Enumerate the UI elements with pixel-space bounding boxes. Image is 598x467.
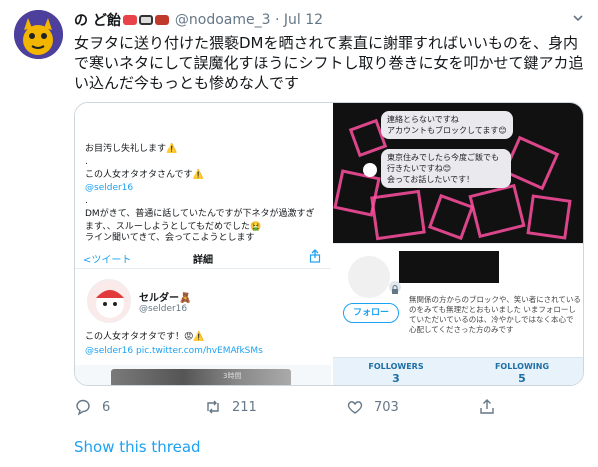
show-thread-link[interactable]: Show this thread [74, 438, 201, 456]
follow-button: フォロー [343, 303, 399, 323]
chat-bubble-1: 連絡とらないですね アカウントもブロックしてます😊 [381, 111, 513, 139]
left-line-1: お目汚し失礼します⚠️ [85, 144, 178, 154]
retweet-count: 211 [232, 399, 257, 415]
chat-screenshot: 連絡とらないですね アカウントもブロックしてます😊 東京住みでしたら今度ご飯でも… [333, 103, 583, 243]
following-stat: FOLLOWING 5 [459, 362, 583, 385]
left-dot-2: . [85, 196, 88, 206]
profile-stats: FOLLOWERS 3 FOLLOWING 5 [333, 357, 583, 385]
chat-bubble-2: 東京住みでしたら今度ご飯でも行きたいですね😊 会ってお話したいです！ [381, 149, 511, 188]
watermelon-icon [122, 15, 137, 25]
left-line-4: ライン聞いてきて、会ってこようとします [85, 233, 255, 243]
media-image-right[interactable]: 連絡とらないですね アカウントもブロックしてます😊 東京住みでしたら今度ご飯でも… [333, 103, 583, 385]
retweet-icon [207, 400, 219, 414]
chevron-down-icon[interactable] [572, 12, 584, 24]
retweet-action[interactable]: 211 [204, 398, 257, 416]
profile-bio: 無関係の方からのブロックや、笑い者にされているのをみても無理だとおもいました い… [409, 295, 581, 334]
tweet-media[interactable]: お目汚し失礼します⚠️ . この人女オタオタさんです⚠️ @selder16 .… [74, 102, 584, 386]
reply-icon [76, 399, 90, 416]
author-handle-time[interactable]: @nodoame_3 · Jul 12 [175, 12, 323, 28]
reply-count: 6 [102, 399, 111, 415]
detail-title: 詳細 [193, 255, 213, 266]
quoted-text: この人女オタオタです！😡⚠️ [85, 332, 205, 342]
onigiri-icon [138, 15, 153, 25]
tweet-header: の ど飴 @nodoame_3 · Jul 12 [74, 9, 584, 31]
followers-stat: FOLLOWERS 3 [333, 362, 459, 385]
following-label: FOLLOWING [494, 362, 550, 371]
heart-icon [347, 401, 363, 414]
chat-avatar [363, 163, 377, 177]
redaction-bar [399, 251, 499, 283]
tweet-actions: 6 211 703 [74, 398, 584, 418]
profile-separator [333, 243, 583, 244]
bottom-time-label: 3時間 [223, 372, 242, 380]
followers-count: 3 [392, 372, 400, 385]
media-image-left[interactable]: お目汚し失礼します⚠️ . この人女オタオタさんです⚠️ @selder16 .… [75, 103, 331, 385]
followers-label: FOLLOWERS [368, 362, 424, 371]
author-avatar[interactable] [14, 10, 63, 59]
left-line-2: この人女オタオタさんです⚠️ [85, 170, 204, 180]
share-icon [309, 249, 321, 263]
quoted-name: セルダー🧸 [139, 293, 192, 304]
quoted-handle: @selder16 [139, 304, 188, 314]
blurred-bar [111, 369, 291, 385]
left-link-1: @selder16 [85, 183, 134, 193]
like-count: 703 [374, 399, 399, 415]
following-count: 5 [518, 372, 526, 385]
quoted-link: @selder16 pic.twitter.com/hvEMAfkSMs [85, 346, 263, 356]
share-tweet-icon [480, 399, 494, 414]
lock-icon [389, 281, 401, 294]
quoted-avatar [87, 279, 131, 323]
profile-avatar [345, 253, 393, 301]
share-action[interactable] [478, 398, 506, 416]
detail-navbar: <ツイート 詳細 [75, 245, 331, 269]
bacon-icon [154, 15, 169, 25]
left-line-3: DMがきて、普通に話していたんですが下ネタが過激すぎます、、スルーしようとしても… [85, 209, 315, 232]
author-name[interactable]: の ど飴 [74, 10, 121, 30]
reply-action[interactable]: 6 [74, 398, 110, 416]
tweet-text: 女ヲタに送り付けた猥褻DMを晒されて素直に謝罪すればいいものを、身内で寒いネタに… [74, 34, 584, 92]
left-dot-1: . [85, 157, 88, 167]
like-action[interactable]: 703 [346, 398, 399, 416]
